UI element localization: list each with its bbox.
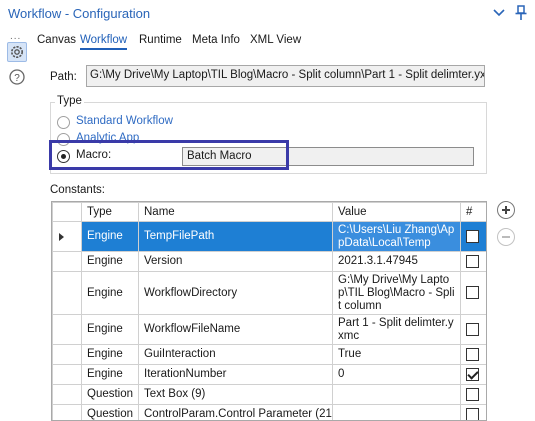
row-header[interactable] (52, 364, 82, 385)
radio-label: Macro: (76, 149, 112, 161)
row-header[interactable] (52, 384, 82, 405)
more-dots[interactable]: ... (10, 31, 21, 42)
help-icon[interactable]: ? (8, 68, 28, 88)
table-row[interactable]: Question ControlParam.Control Parameter … (52, 404, 486, 420)
constants-table: Type Name Value # Engine TempFilePath C:… (51, 201, 487, 421)
cell-value[interactable]: 0 (332, 364, 461, 385)
column-header-name[interactable]: Name (138, 202, 333, 222)
cell-name[interactable]: WorkflowFileName (138, 314, 333, 345)
cell-type[interactable]: Question (81, 384, 139, 405)
constants-label: Constants: (50, 184, 105, 196)
column-header-row-selector (52, 202, 82, 222)
cell-type[interactable]: Engine (81, 364, 139, 385)
add-icon[interactable] (497, 201, 515, 219)
cell-checkbox[interactable] (460, 384, 486, 405)
row-checkbox[interactable] (466, 254, 479, 268)
cell-name[interactable]: TempFilePath (138, 221, 333, 252)
cell-type[interactable]: Engine (81, 344, 139, 365)
row-checkbox[interactable] (466, 347, 479, 361)
table-row[interactable]: Engine WorkflowFileName Part 1 - Split d… (52, 314, 486, 345)
radio-label: Standard Workflow (76, 115, 173, 127)
row-header[interactable] (52, 221, 82, 252)
cell-name[interactable]: Text Box (9) (138, 384, 333, 405)
row-checkbox[interactable] (466, 322, 479, 336)
tab-workflow[interactable]: Workflow (80, 34, 128, 50)
svg-text:?: ? (14, 73, 20, 84)
macro-type-select[interactable]: Batch Macro (182, 147, 474, 166)
cell-value-text: C:\Users\Liu Zhang\AppData\Local\Temp (338, 223, 455, 249)
column-header-value[interactable]: Value (332, 202, 461, 222)
cell-type[interactable]: Engine (81, 314, 139, 345)
cell-type[interactable]: Question (81, 404, 139, 420)
tab-runtime[interactable]: Runtime (139, 34, 182, 48)
window-title: Workflow - Configuration (8, 6, 151, 21)
table-row[interactable]: Engine IterationNumber 0 (52, 364, 486, 385)
row-header[interactable] (52, 314, 82, 345)
title-bar: Workflow - Configuration (0, 0, 535, 28)
gear-icon[interactable] (7, 42, 27, 62)
cell-name[interactable]: Version (138, 251, 333, 272)
tab-xml-view[interactable]: XML View (250, 34, 301, 48)
row-checkbox[interactable] (466, 387, 479, 401)
type-legend: Type (55, 95, 84, 107)
table-row[interactable]: Question Text Box (9) (52, 384, 486, 405)
cell-value[interactable] (332, 404, 461, 420)
cell-value[interactable]: C:\Users\Liu Zhang\AppData\Local\Temp (332, 221, 461, 252)
path-field[interactable]: G:\My Drive\My Laptop\TIL Blog\Macro - S… (86, 65, 485, 87)
radio-button[interactable] (57, 150, 70, 163)
remove-icon[interactable] (497, 228, 515, 246)
cell-type[interactable]: Engine (81, 271, 139, 315)
row-header[interactable] (52, 404, 82, 420)
cell-name[interactable]: WorkflowDirectory (138, 271, 333, 315)
cell-value[interactable]: 2021.3.1.47945 (332, 251, 461, 272)
radio-label: Analytic App (76, 132, 140, 144)
cell-checkbox[interactable] (460, 404, 486, 420)
path-label: Path: (50, 71, 77, 83)
radio-button[interactable] (57, 116, 70, 129)
chevron-down-icon[interactable] (492, 5, 508, 21)
cell-value[interactable]: Part 1 - Split delimter.yxmc (332, 314, 461, 345)
table-row[interactable]: Engine GuiInteraction True (52, 344, 486, 365)
pin-icon[interactable] (514, 5, 530, 21)
cell-checkbox[interactable] (460, 364, 486, 385)
tab-canvas[interactable]: Canvas (37, 34, 76, 48)
column-header-type[interactable]: Type (81, 202, 139, 222)
cell-checkbox[interactable] (460, 314, 486, 345)
cell-checkbox[interactable] (460, 344, 486, 365)
cell-name[interactable]: IterationNumber (138, 364, 333, 385)
tab-meta-info[interactable]: Meta Info (192, 34, 240, 48)
cell-type[interactable]: Engine (81, 251, 139, 272)
row-checkbox[interactable] (466, 229, 479, 243)
cell-value[interactable] (332, 384, 461, 405)
row-checkbox[interactable] (466, 286, 479, 300)
cell-checkbox[interactable] (460, 221, 486, 252)
row-checkbox-checked[interactable] (466, 367, 479, 381)
current-row-arrow-icon (59, 232, 64, 241)
table-row[interactable]: Engine TempFilePath C:\Users\Liu Zhang\A… (52, 221, 486, 252)
cell-value[interactable]: G:\My Drive\My Laptop\TIL Blog\Macro - S… (332, 271, 461, 315)
cell-name[interactable]: ControlParam.Control Parameter (21) (138, 404, 333, 420)
row-header[interactable] (52, 251, 82, 272)
column-header-hash[interactable]: # (460, 202, 486, 222)
cell-checkbox[interactable] (460, 271, 486, 315)
cell-value-text: Part 1 - Split delimter.yxmc (338, 316, 454, 342)
row-header[interactable] (52, 344, 82, 365)
sidebar: ... ? (0, 28, 33, 421)
cell-type[interactable]: Engine (81, 221, 139, 252)
row-checkbox[interactable] (466, 407, 479, 420)
cell-value-text: G:\My Drive\My Laptop\TIL Blog\Macro - S… (338, 273, 455, 312)
cell-checkbox[interactable] (460, 251, 486, 272)
cell-name[interactable]: GuiInteraction (138, 344, 333, 365)
row-header[interactable] (52, 271, 82, 315)
table-header-row: Type Name Value # (52, 202, 486, 222)
cell-value[interactable]: True (332, 344, 461, 365)
table-row[interactable]: Engine WorkflowDirectory G:\My Drive\My … (52, 271, 486, 315)
radio-button[interactable] (57, 133, 70, 146)
table-row[interactable]: Engine Version 2021.3.1.47945 (52, 251, 486, 272)
